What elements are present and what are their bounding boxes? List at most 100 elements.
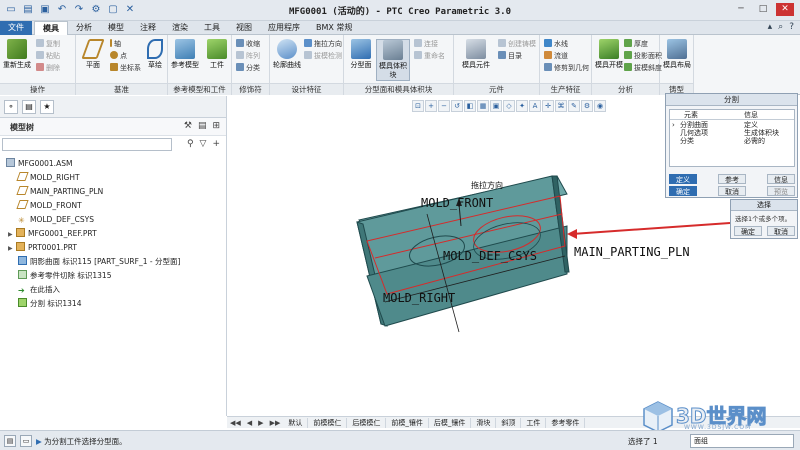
last-tab-icon[interactable]: ▶▶ [267, 419, 284, 427]
bottom-tab[interactable]: 工件 [521, 417, 547, 428]
maximize-button[interactable]: □ [754, 3, 772, 16]
mold-layout-button[interactable]: 模具布局 [662, 39, 692, 70]
element-row[interactable]: 分割曲面 [680, 121, 708, 129]
expand-icon[interactable]: ▶ [8, 229, 16, 241]
selection-filter-select[interactable]: 面组 [690, 434, 794, 448]
info-button[interactable]: 信息 [767, 174, 795, 184]
refit-icon[interactable]: ⊡ [412, 100, 424, 112]
next-tab-icon[interactable]: ▶ [255, 419, 266, 427]
select-cancel-button[interactable]: 取消 [767, 226, 795, 236]
spin-center-icon[interactable]: ✛ [542, 100, 554, 112]
silhouette-curve-button[interactable]: 轮廓曲线 [272, 39, 302, 70]
search-icon[interactable]: ⌕ [778, 22, 783, 32]
toggle-navigator-icon[interactable]: ▤ [4, 435, 16, 447]
toggle-browser-icon[interactable]: ▭ [20, 435, 32, 447]
tree-search-input[interactable] [2, 138, 172, 151]
zoom-in-icon[interactable]: + [425, 100, 437, 112]
tab-view[interactable]: 视图 [228, 21, 260, 35]
point-button[interactable]: 点 [110, 51, 127, 61]
perspective-icon[interactable]: ◇ [503, 100, 515, 112]
projected-area-button[interactable]: 投影面积 [624, 51, 662, 61]
tab-applications[interactable]: 应用程序 [260, 21, 308, 35]
reference-button[interactable]: 参考 [718, 174, 746, 184]
bottom-tab[interactable]: 后模模仁 [347, 417, 387, 428]
tree-item-mold-front[interactable]: MOLD_FRONT [16, 200, 82, 212]
annotation-icon[interactable]: ✎ [568, 100, 580, 112]
tree-item-mold-right[interactable]: MOLD_RIGHT [16, 172, 80, 184]
first-tab-icon[interactable]: ◀◀ [227, 419, 244, 427]
parting-surface-button[interactable]: 分型面 [346, 39, 376, 70]
tree-show-icon[interactable]: ▤ [198, 121, 207, 131]
prev-tab-icon[interactable]: ◀ [244, 419, 255, 427]
runner-button[interactable]: 流道 [544, 51, 568, 61]
expand-icon[interactable]: ▶ [8, 243, 16, 255]
trim-to-geom-button[interactable]: 修剪到几何 [544, 63, 589, 73]
axis-button[interactable]: 轴 [110, 39, 121, 49]
tree-filter-icon[interactable]: ⊞ [212, 121, 220, 131]
tab-tools[interactable]: 工具 [196, 21, 228, 35]
mold-display-icon[interactable]: ⚙ [581, 100, 593, 112]
csys-display-icon[interactable]: ⌘ [555, 100, 567, 112]
tree-item-insert-here[interactable]: ➔ 在此插入 [18, 284, 60, 296]
view-manager-icon[interactable]: ▣ [490, 100, 502, 112]
find-icon[interactable]: ⚲ [187, 139, 194, 149]
element-row[interactable]: 分类 [680, 137, 694, 145]
bottom-tab[interactable]: 斜顶 [496, 417, 522, 428]
draft-check-button[interactable]: 拔模检测 [304, 51, 342, 61]
tab-render[interactable]: 渲染 [164, 21, 196, 35]
tab-analysis[interactable]: 分析 [68, 21, 100, 35]
draft-angle-button[interactable]: 拔模斜度 [624, 63, 662, 73]
folder-browser-tab-icon[interactable]: ▤ [22, 100, 36, 114]
element-row[interactable]: 几何选项 [680, 129, 708, 137]
tab-mold[interactable]: 模具 [34, 21, 68, 35]
datum-display-icon[interactable]: ✦ [516, 100, 528, 112]
tree-item-prt[interactable]: ▶ PRT0001.PRT [8, 242, 77, 254]
help-icon[interactable]: ? [789, 22, 794, 32]
shrink-button[interactable]: 收缩 [236, 39, 260, 49]
sketch-button[interactable]: 草绘 [140, 39, 170, 70]
pull-direction-button[interactable]: 拖拉方向 [304, 39, 342, 49]
delete-button[interactable]: 删除 [36, 63, 60, 73]
minimize-button[interactable]: ─ [732, 3, 750, 16]
mold-opening-button[interactable]: 模具开模 [594, 39, 624, 70]
catalog-button[interactable]: 目录 [498, 51, 522, 61]
filter-icon[interactable]: ▽ [200, 139, 207, 149]
rename-button[interactable]: 重命名 [414, 51, 445, 61]
tree-item-shadow-surface[interactable]: 阴影曲面 标识115 [PART_SURF_1 - 分型面] [18, 256, 180, 268]
collapse-ribbon-icon[interactable]: ▴ [768, 22, 773, 32]
workpiece-button[interactable]: 工件 [202, 39, 232, 70]
zoom-out-icon[interactable]: − [438, 100, 450, 112]
mold-volume-button[interactable]: 模具体积块 [376, 39, 410, 81]
pattern-button[interactable]: 阵列 [236, 51, 260, 61]
tab-model[interactable]: 模型 [100, 21, 132, 35]
tree-item-ref-cut[interactable]: 参考零件切除 标识1315 [18, 270, 111, 282]
cancel-button[interactable]: 取消 [718, 186, 746, 196]
close-button[interactable]: ✕ [776, 3, 794, 16]
tree-item-csys[interactable]: ✳ MOLD_DEF_CSYS [18, 214, 94, 226]
csys-button[interactable]: 坐标系 [110, 63, 141, 73]
tree-item-ref-prt[interactable]: ▶ MFG0001_REF.PRT [8, 228, 97, 240]
tree-item-split[interactable]: 分割 标识1314 [18, 298, 81, 310]
favorites-tab-icon[interactable]: ★ [40, 100, 54, 114]
define-button[interactable]: 定义 [669, 174, 697, 184]
bottom-tab[interactable]: 滑块 [471, 417, 497, 428]
copy-button[interactable]: 复制 [36, 39, 60, 49]
tree-item-asm[interactable]: MFG0001.ASM [6, 158, 72, 170]
tab-file[interactable]: 文件 [0, 21, 32, 35]
bottom-tab[interactable]: 后模_镶件 [429, 417, 472, 428]
create-molding-button[interactable]: 创建铸模 [498, 39, 536, 49]
add-icon[interactable]: + [212, 139, 220, 149]
saved-views-icon[interactable]: ▦ [477, 100, 489, 112]
plane-button[interactable]: 平面 [78, 39, 108, 70]
thickness-button[interactable]: 厚度 [624, 39, 648, 49]
classify-button[interactable]: 分类 [236, 63, 260, 73]
ok-button[interactable]: 确定 [669, 186, 697, 196]
tree-item-main-parting[interactable]: MAIN_PARTING_PLN [16, 186, 103, 198]
tab-bmx[interactable]: BMX 常规 [308, 21, 360, 35]
annotation-display-icon[interactable]: A [529, 100, 541, 112]
bottom-tab[interactable]: 参考零件 [546, 417, 586, 428]
model-tree-tab-icon[interactable]: ⚬ [4, 100, 18, 114]
tree-settings-icon[interactable]: ⚒ [184, 121, 192, 131]
bottom-tab[interactable]: 前模模仁 [308, 417, 348, 428]
merge-button[interactable]: 连接 [414, 39, 438, 49]
